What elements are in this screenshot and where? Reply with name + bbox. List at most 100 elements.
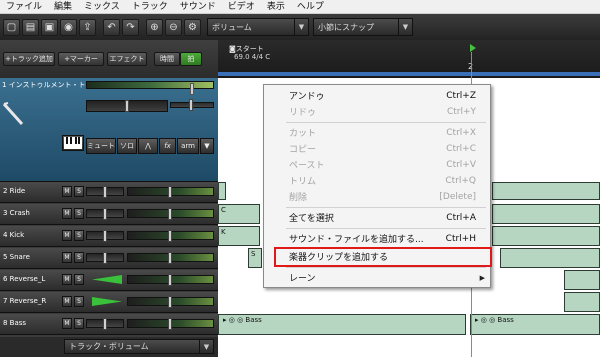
slider-thumb[interactable] xyxy=(168,208,172,220)
instrument-volume-slider-2[interactable] xyxy=(170,99,214,111)
chevron-down-icon[interactable]: ▼ xyxy=(200,138,214,154)
pan-right-indicator[interactable] xyxy=(92,297,122,306)
time-button[interactable]: 時間 xyxy=(154,52,180,66)
menu-item-cut[interactable]: カット Ctrl+X xyxy=(264,125,490,140)
settings-icon[interactable]: ⚙ xyxy=(184,18,201,36)
track-name[interactable]: 8 Bass xyxy=(3,319,26,327)
track-header-ride[interactable]: 2 Ride M S xyxy=(0,182,218,203)
loop-start-flag[interactable] xyxy=(470,44,476,52)
record-icon[interactable]: ◉ xyxy=(60,18,77,36)
slider-thumb[interactable] xyxy=(103,230,107,242)
volume-slider[interactable] xyxy=(127,252,214,264)
automation-icon[interactable]: ⋀ xyxy=(138,138,158,154)
mute-button[interactable]: M xyxy=(62,296,72,307)
menu-sound[interactable]: サウンド xyxy=(174,0,222,14)
solo-button[interactable]: ソロ xyxy=(117,138,137,154)
menu-mix[interactable]: ミックス xyxy=(78,0,126,14)
volume-slider[interactable] xyxy=(127,186,214,198)
arm-button[interactable]: arm xyxy=(177,138,199,154)
slider-thumb[interactable] xyxy=(168,252,172,264)
pan-slider[interactable] xyxy=(86,252,124,264)
track-name[interactable]: 6 Reverse_L xyxy=(3,275,45,283)
instrument-track-header[interactable]: 1 インストゥルメント・トラ... ミュート ソロ ⋀ fx arm ▼ xyxy=(0,78,218,182)
slider-thumb[interactable] xyxy=(189,99,193,111)
clip-bass-2[interactable]: ▸ ◎ ◎ Bass xyxy=(470,314,600,335)
clip-ride[interactable] xyxy=(218,182,226,200)
slider-thumb[interactable] xyxy=(103,186,107,198)
solo-button[interactable]: S xyxy=(74,230,84,241)
solo-button[interactable]: S xyxy=(74,318,84,329)
slider-thumb[interactable] xyxy=(125,100,129,112)
menu-item-delete[interactable]: 削除 [Delete] xyxy=(264,189,490,204)
zoom-out-icon[interactable]: ⊖ xyxy=(165,18,182,36)
track-name[interactable]: 4 Kick xyxy=(3,231,24,239)
track-header-snare[interactable]: 5 Snare M S xyxy=(0,248,218,269)
slider-thumb[interactable] xyxy=(168,230,172,242)
snap-dropdown[interactable]: 小節にスナップ ▼ xyxy=(313,18,413,36)
timeline-ruler[interactable]: ◙スタート 69.0 4/4 C 2 xyxy=(218,40,600,78)
track-header-kick[interactable]: 4 Kick M S xyxy=(0,226,218,247)
slider-thumb[interactable] xyxy=(103,252,107,264)
clip-crash[interactable]: C xyxy=(218,204,260,224)
menu-item-lane[interactable]: レーン ▶ xyxy=(264,270,490,285)
clip-snare-right[interactable] xyxy=(500,248,600,268)
menu-edit[interactable]: 編集 xyxy=(48,0,78,14)
zoom-in-icon[interactable]: ⊕ xyxy=(146,18,163,36)
effects-button[interactable]: エフェクト xyxy=(107,52,147,66)
track-name[interactable]: 3 Crash xyxy=(3,209,30,217)
track-volume-dropdown[interactable]: トラック・ボリューム ▼ xyxy=(64,339,214,354)
slider-thumb[interactable] xyxy=(168,296,172,308)
open-icon[interactable]: ▤ xyxy=(22,18,39,36)
clip-ride-right[interactable] xyxy=(492,182,600,200)
pan-slider[interactable] xyxy=(86,318,124,330)
menu-help[interactable]: ヘルプ xyxy=(291,0,330,14)
menu-item-undo[interactable]: アンドゥ Ctrl+Z xyxy=(264,88,490,103)
volume-slider[interactable] xyxy=(127,318,214,330)
instrument-pan-slider[interactable] xyxy=(86,100,168,112)
mute-button[interactable]: M xyxy=(62,230,72,241)
save-icon[interactable]: ▣ xyxy=(41,18,58,36)
loop-region-bar[interactable] xyxy=(218,72,600,76)
export-icon[interactable]: ⇪ xyxy=(79,18,96,36)
mute-button[interactable]: M xyxy=(62,186,72,197)
slider-thumb[interactable] xyxy=(103,318,107,330)
solo-button[interactable]: S xyxy=(74,252,84,263)
menu-file[interactable]: ファイル xyxy=(0,0,48,14)
pan-left-indicator[interactable] xyxy=(92,275,122,284)
mute-button[interactable]: ミュート xyxy=(86,138,116,154)
mute-button[interactable]: M xyxy=(62,208,72,219)
track-header-crash[interactable]: 3 Crash M S xyxy=(0,204,218,225)
slider-thumb[interactable] xyxy=(168,318,172,330)
menu-item-select-all[interactable]: 全てを選択 Ctrl+A xyxy=(264,210,490,225)
mute-button[interactable]: M xyxy=(62,274,72,285)
solo-button[interactable]: S xyxy=(74,296,84,307)
solo-button[interactable]: S xyxy=(74,274,84,285)
menu-video[interactable]: ビデオ xyxy=(222,0,261,14)
volume-slider[interactable] xyxy=(127,230,214,242)
track-header-reverse-r[interactable]: 7 Reverse_R M S xyxy=(0,292,218,313)
instrument-volume-slider[interactable] xyxy=(86,81,214,95)
fx-button[interactable]: fx xyxy=(159,138,176,154)
track-name[interactable]: 2 Ride xyxy=(3,187,25,195)
add-track-button[interactable]: +トラック追加 xyxy=(3,52,55,66)
keyboard-icon[interactable] xyxy=(62,135,84,151)
instrument-track-name[interactable]: 1 インストゥルメント・トラ... xyxy=(2,80,99,90)
slider-thumb[interactable] xyxy=(168,274,172,286)
volume-slider[interactable] xyxy=(127,296,214,308)
mute-button[interactable]: M xyxy=(62,252,72,263)
solo-button[interactable]: S xyxy=(74,208,84,219)
slider-thumb[interactable] xyxy=(190,83,194,95)
solo-button[interactable]: S xyxy=(74,186,84,197)
menu-item-copy[interactable]: コピー Ctrl+C xyxy=(264,141,490,156)
clip-kick-right[interactable] xyxy=(492,226,600,246)
clip-reverse-r[interactable] xyxy=(564,292,600,312)
track-name[interactable]: 7 Reverse_R xyxy=(3,297,46,305)
menu-item-trim[interactable]: トリム Ctrl+Q xyxy=(264,173,490,188)
menu-item-paste[interactable]: ペースト Ctrl+V xyxy=(264,157,490,172)
new-icon[interactable]: ▢ xyxy=(3,18,20,36)
clip-bass-1[interactable]: ▸ ◎ ◎ Bass xyxy=(218,314,466,335)
pan-slider[interactable] xyxy=(86,230,124,242)
pan-slider[interactable] xyxy=(86,186,124,198)
menu-track[interactable]: トラック xyxy=(126,0,174,14)
add-marker-button[interactable]: +マーカー xyxy=(58,52,104,66)
